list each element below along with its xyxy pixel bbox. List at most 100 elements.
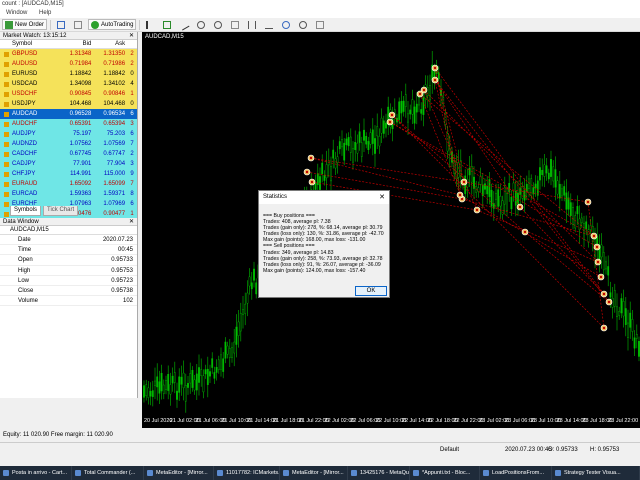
line-chart-icon (179, 19, 190, 30)
market-watch-row[interactable]: CADJPY 77.901 77.904 3 (0, 159, 137, 169)
column-ask[interactable]: Ask (93, 40, 127, 48)
cell-ask: 1.34102 (103, 81, 126, 87)
taskbar-item[interactable]: MetaEditor - [Mirror... (280, 466, 348, 480)
bar-chart-button[interactable] (143, 19, 157, 30)
scroll-button[interactable] (245, 19, 259, 30)
zoom-in-button[interactable] (194, 19, 208, 30)
window-title: count : [AUDCAD,M15] (0, 0, 640, 9)
candle-body (193, 379, 196, 391)
trade-marker-dot (523, 230, 527, 234)
taskbar-item[interactable]: 13425176 - MetaQu... (348, 466, 410, 480)
symbol-icon (4, 152, 9, 157)
templates-button[interactable] (313, 19, 327, 30)
bar-chart-icon (146, 20, 154, 29)
close-icon[interactable]: ✕ (379, 191, 385, 204)
tab-tick-chart[interactable]: Tick Chart (43, 206, 79, 216)
cell-n: 7 (130, 141, 134, 147)
candle-body (255, 282, 258, 295)
cell-ask: 77.904 (106, 161, 126, 167)
market-watch-row[interactable]: CHFJPY 114.991 115.000 9 (0, 169, 137, 179)
market-watch-row[interactable]: AUDUSD 0.71984 0.71986 2 (0, 59, 137, 69)
new-order-button[interactable]: New Order (2, 19, 48, 30)
tab-symbols[interactable]: Symbols (10, 206, 42, 216)
cell-n: 2 (130, 151, 134, 157)
auto-trading-button[interactable]: AutoTrading (88, 19, 137, 30)
candle-body (616, 306, 618, 318)
trade-marker-dot (475, 208, 479, 212)
market-watch-row[interactable]: AUDCHF 0.65391 0.65394 3 (0, 119, 137, 129)
zoom-out-button[interactable] (211, 19, 225, 30)
candle-body (380, 117, 383, 134)
price-chart[interactable] (142, 32, 640, 418)
candle-body (242, 309, 244, 316)
data-key: Date (18, 237, 31, 243)
candle-body (572, 207, 574, 225)
close-icon[interactable]: ✕ (129, 32, 134, 40)
candle-body (618, 310, 621, 316)
ok-button[interactable]: OK (355, 286, 387, 296)
market-watch-row[interactable]: AUDNZD 1.07562 1.07569 7 (0, 139, 137, 149)
candle-body (510, 196, 513, 210)
close-icon[interactable]: ✕ (129, 218, 134, 226)
trade-marker-dot (418, 92, 422, 96)
taskbar: Posta in arrivo - Cart... Total Commander… (0, 466, 640, 480)
market-watch-panel: Market Watch: 13:15:12 ✕ Symbol Bid Ask … (0, 32, 138, 229)
chart-window[interactable]: AUDCAD,M15 20 Jul 2020 21 Jul 02:00 21 Jul… (142, 32, 640, 428)
taskbar-item[interactable]: Total Commander (... (72, 466, 144, 480)
cell-bid: 1.59363 (69, 191, 92, 197)
candle-body (200, 369, 203, 376)
column-bid[interactable]: Bid (60, 40, 94, 48)
candle-body (176, 390, 178, 400)
taskbar-item[interactable]: Posta in arrivo - Cart... (0, 466, 72, 480)
cell-ask: 0.71986 (103, 61, 126, 67)
market-watch-row[interactable]: GBPUSD 1.31348 1.31350 2 (0, 49, 137, 59)
column-spread[interactable] (127, 40, 137, 48)
market-watch-row[interactable]: EURCAD 1.59363 1.59371 8 (0, 189, 137, 199)
market-watch-row[interactable]: USDCAD 1.34098 1.34102 4 (0, 79, 137, 89)
candle-body (607, 266, 610, 276)
candle-body (622, 301, 625, 317)
market-watch-row[interactable]: USDCHF 0.90845 0.90846 1 (0, 89, 137, 99)
indicators-button[interactable] (279, 19, 293, 30)
chart-icon-button[interactable] (54, 19, 68, 30)
cascade-button[interactable] (71, 19, 85, 30)
candle-body (470, 166, 473, 183)
line-chart-button[interactable] (177, 19, 191, 30)
toolbar-separator (139, 19, 141, 30)
tile-button[interactable] (228, 19, 242, 30)
taskbar-item[interactable]: MetaEditor - [Mirror... (144, 466, 214, 480)
menu-window[interactable]: Window (6, 10, 27, 16)
candles-button[interactable] (160, 19, 174, 30)
autoscroll-button[interactable] (262, 19, 276, 30)
candle-body (468, 167, 471, 176)
menu-help[interactable]: Help (39, 10, 51, 16)
data-value: 0.95723 (111, 277, 133, 284)
trade-marker-dot (586, 200, 590, 204)
taskbar-item[interactable]: Strategy Tester Visua... (552, 466, 640, 480)
taskbar-item[interactable]: *Appunti.txt - Bloc... (410, 466, 480, 480)
candle-body (367, 141, 370, 151)
candle-body (341, 139, 343, 148)
cell-n: 4 (130, 81, 134, 87)
data-key: Open (18, 257, 33, 264)
taskbar-item[interactable]: 11017782: ICMarkets... (214, 466, 280, 480)
cell-ask: 1.18842 (103, 71, 126, 77)
market-watch-row[interactable]: CADCHF 0.67745 0.67747 2 (0, 149, 137, 159)
cell-bid: 114.991 (70, 171, 92, 177)
periods-button[interactable] (296, 19, 310, 30)
market-watch-row[interactable]: EURAUD 1.65092 1.65099 7 (0, 179, 137, 189)
auto-trading-icon (91, 20, 100, 29)
symbol-icon (4, 62, 9, 67)
taskbar-item[interactable]: LoadPositionsFrom... (480, 466, 552, 480)
dialog-title: Statistics (263, 194, 288, 200)
column-symbol[interactable]: Symbol (0, 40, 60, 48)
market-watch-row[interactable]: EURUSD 1.18842 1.18842 0 (0, 69, 137, 79)
cell-n: 3 (130, 121, 134, 127)
symbol-icon (4, 82, 9, 87)
market-watch-row[interactable]: USDJPY 104.468 104.468 0 (0, 99, 137, 109)
candle-body (536, 180, 539, 196)
candle-body (209, 371, 211, 377)
candle-body (503, 186, 506, 205)
market-watch-row[interactable]: AUDJPY 75.197 75.203 6 (0, 129, 137, 139)
market-watch-row[interactable]: AUDCAD 0.96528 0.96534 6 (0, 109, 137, 119)
